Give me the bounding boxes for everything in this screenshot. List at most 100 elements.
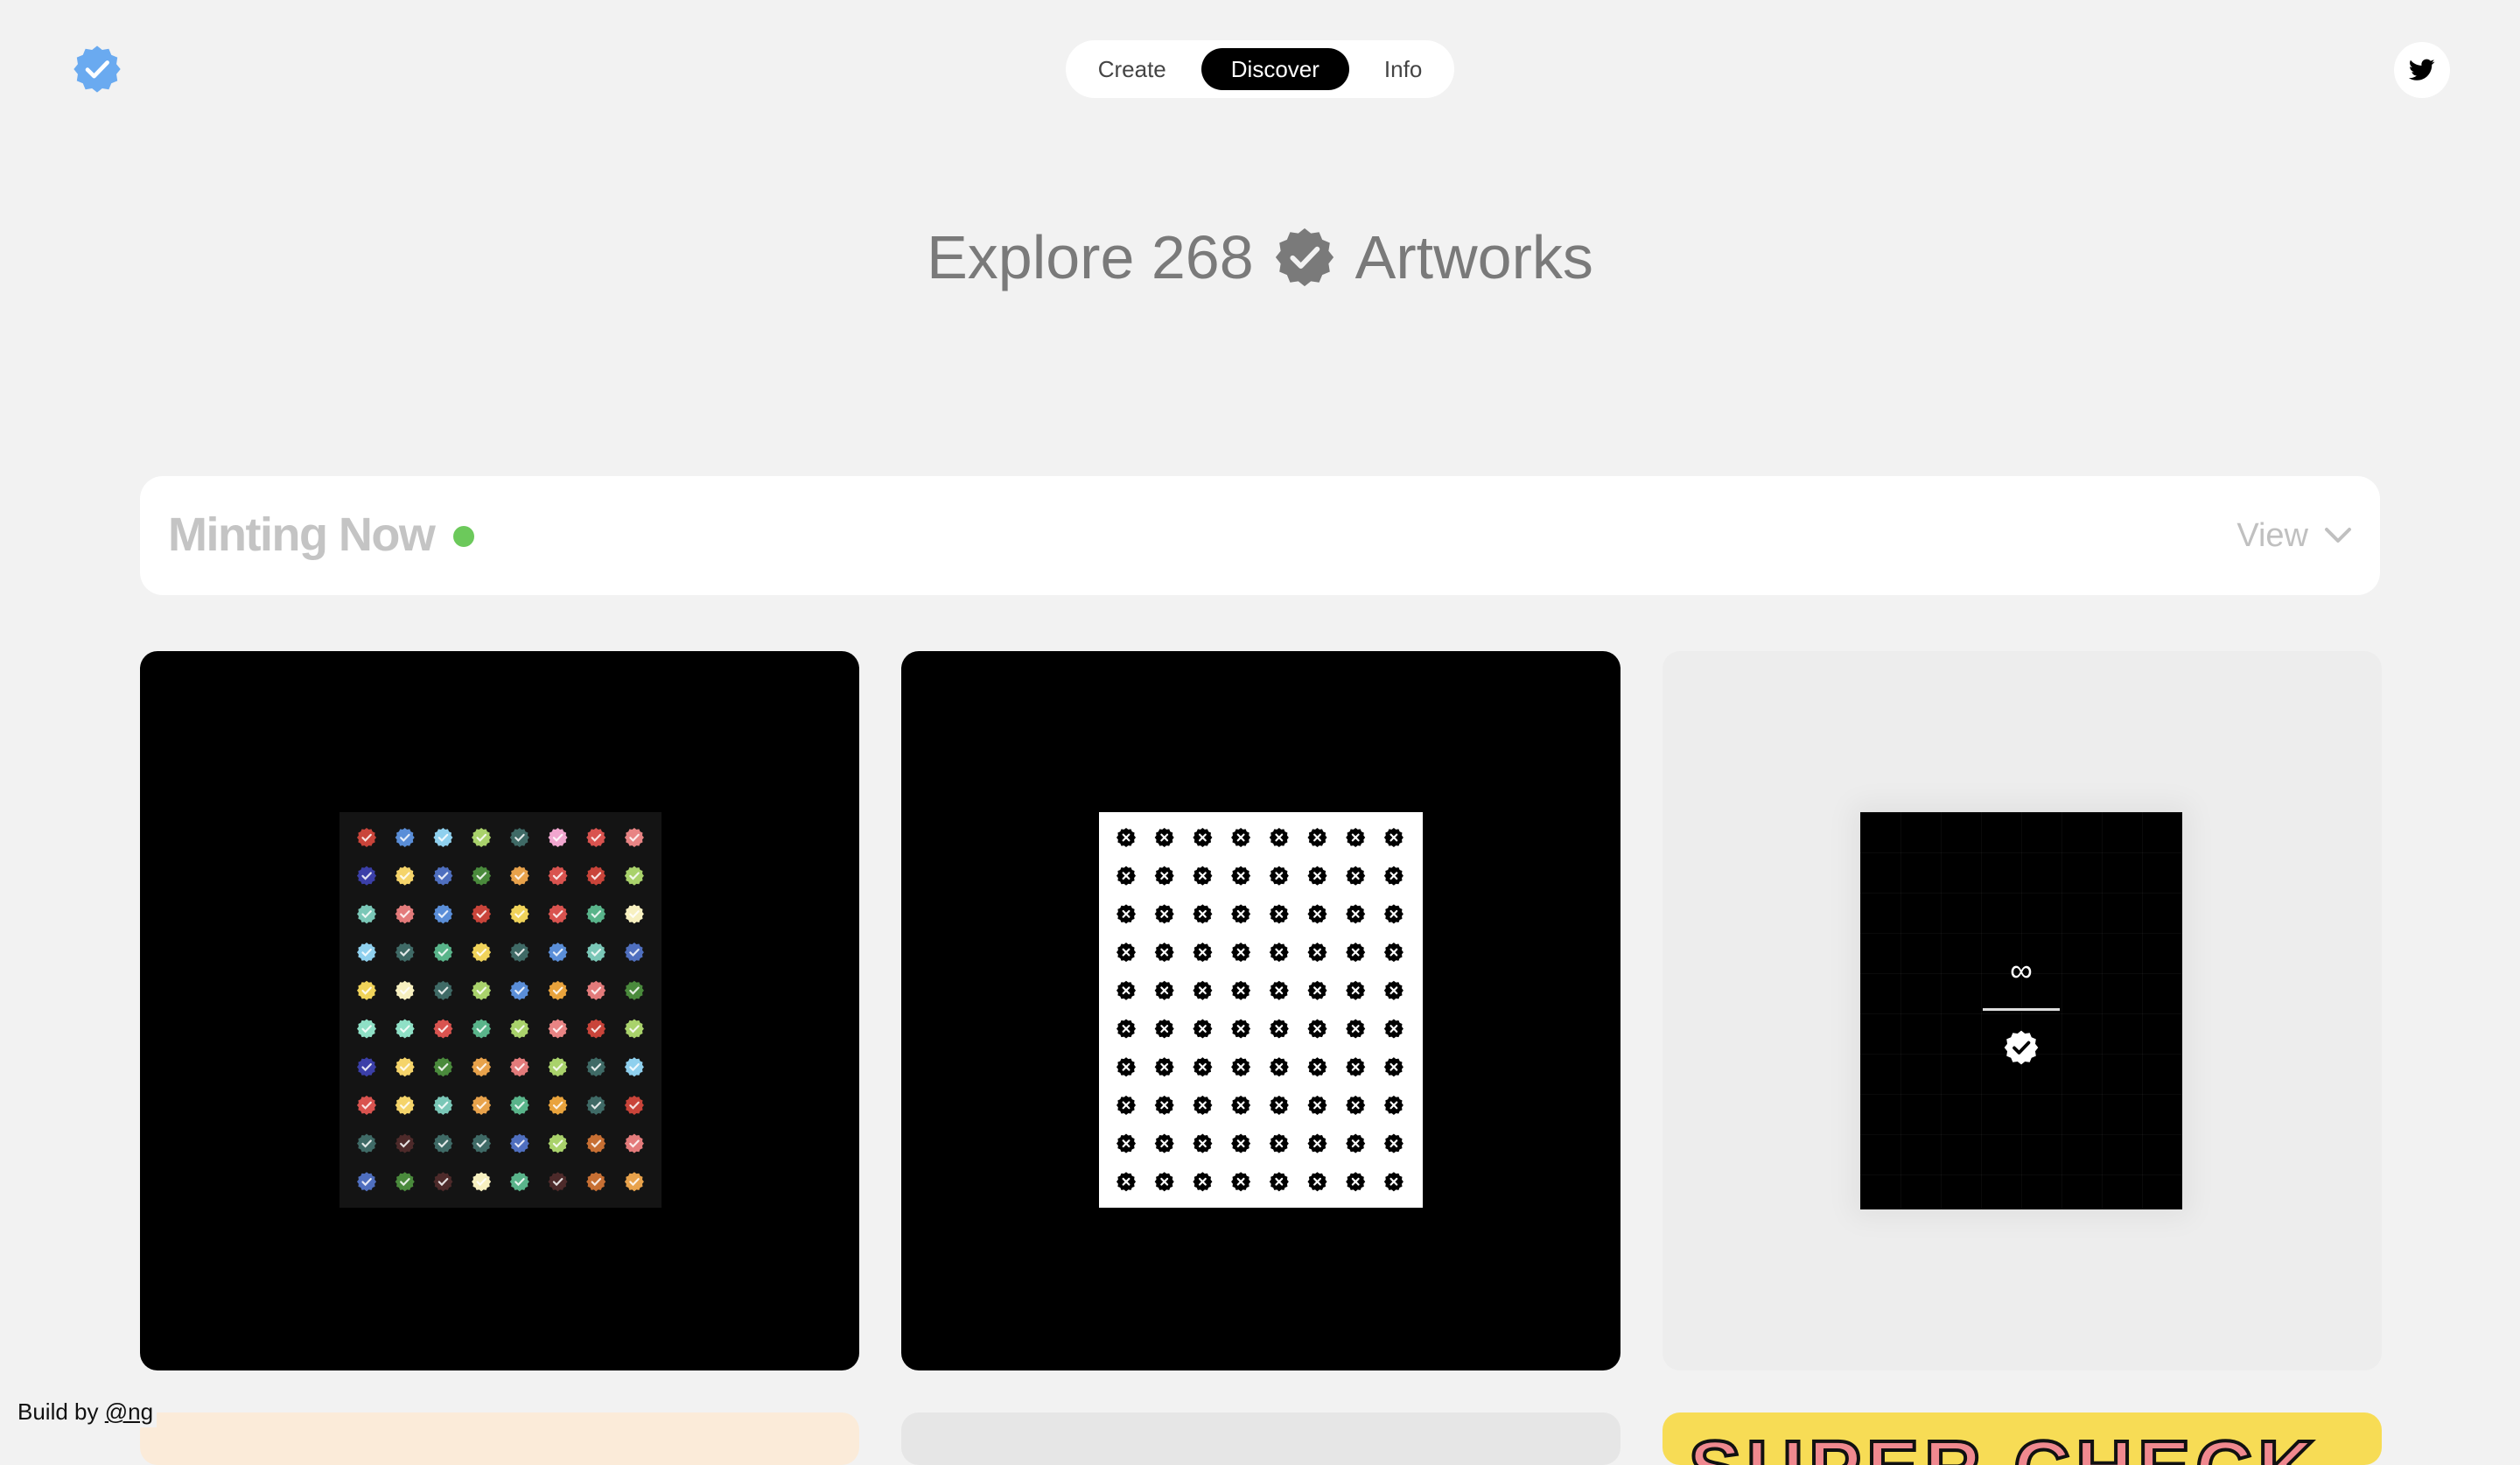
x-badge-icon [1193, 866, 1213, 886]
x-badge-icon [1307, 1172, 1327, 1192]
check-badge-icon [356, 1095, 377, 1115]
check-badge-icon [548, 1057, 568, 1077]
x-badge-icon [1307, 1095, 1327, 1115]
check-badge-icon [509, 1133, 529, 1153]
check-badge-icon [395, 1095, 415, 1115]
view-dropdown-button[interactable]: View [2236, 511, 2352, 560]
check-badge-icon [509, 1019, 529, 1039]
artwork-infinity-check: ∞ [1860, 812, 2182, 1209]
x-badge-icon [1193, 1019, 1213, 1039]
x-badge-icon [1383, 904, 1404, 924]
x-badge-icon [1116, 1133, 1137, 1153]
x-badge-icon [1383, 1133, 1404, 1153]
x-badge-icon [1193, 943, 1213, 963]
twitter-icon [2409, 59, 2435, 81]
check-badge-icon [472, 904, 492, 924]
x-badge-icon [1116, 866, 1137, 886]
check-badge-icon [395, 904, 415, 924]
x-badge-icon [1307, 904, 1327, 924]
check-badge-icon [624, 866, 644, 886]
check-badge-icon [548, 1019, 568, 1039]
check-badge-icon [548, 943, 568, 963]
x-badge-icon [1269, 1133, 1289, 1153]
check-badge-icon [395, 943, 415, 963]
check-badge-icon [472, 1057, 492, 1077]
check-badge-icon [472, 943, 492, 963]
twitter-button[interactable] [2394, 42, 2450, 98]
check-badge-icon [356, 1133, 377, 1153]
x-badge-icon [1154, 1095, 1174, 1115]
x-badge-icon [1383, 943, 1404, 963]
x-badge-icon [1116, 1019, 1137, 1039]
x-badge-icon [1346, 1172, 1366, 1192]
x-badge-icon [1116, 1095, 1137, 1115]
check-badge-icon [472, 1133, 492, 1153]
check-badge-icon [356, 943, 377, 963]
check-badge-icon [395, 1133, 415, 1153]
check-badge-icon [624, 1057, 644, 1077]
x-badge-icon [1346, 1095, 1366, 1115]
nav-info[interactable]: Info [1354, 48, 1452, 90]
x-badge-icon [1193, 1095, 1213, 1115]
check-badge-icon [548, 904, 568, 924]
check-badge-icon [509, 1095, 529, 1115]
x-badge-icon [1346, 904, 1366, 924]
check-badge-icon [433, 980, 453, 1000]
hero-prefix: Explore 268 [927, 223, 1254, 291]
check-badge-icon [395, 1172, 415, 1192]
x-badge-icon [1307, 943, 1327, 963]
x-badge-icon [1269, 1095, 1289, 1115]
check-badge-icon [624, 1095, 644, 1115]
artwork-card-black-x[interactable] [901, 651, 1620, 1370]
check-badge-icon [433, 904, 453, 924]
x-badge-icon [1154, 1019, 1174, 1039]
check-badge-icon [624, 1172, 644, 1192]
main-nav: Create Discover Info [1066, 40, 1454, 98]
x-badge-icon [1346, 980, 1366, 1000]
artwork-card-peek-2[interactable] [901, 1412, 1620, 1465]
x-badge-icon [1269, 980, 1289, 1000]
x-badge-icon [1346, 866, 1366, 886]
check-badge-icon [586, 1133, 606, 1153]
x-badge-icon [1346, 943, 1366, 963]
artwork-card-peek-3[interactable]: SUPER CHECK [1662, 1412, 2382, 1465]
nav-discover[interactable]: Discover [1200, 48, 1349, 90]
x-badge-icon [1383, 1019, 1404, 1039]
check-badge-icon [356, 1057, 377, 1077]
check-badge-icon [509, 1172, 529, 1192]
check-badge-icon [509, 980, 529, 1000]
x-badge-icon [1307, 980, 1327, 1000]
check-badge-icon [548, 1172, 568, 1192]
build-credit: Build by @ng [14, 1397, 158, 1427]
x-badge-icon [1231, 866, 1251, 886]
nav-create[interactable]: Create [1068, 48, 1196, 90]
credit-prefix: Build by [18, 1398, 105, 1425]
minting-now-panel[interactable]: Minting Now View [140, 476, 2380, 595]
x-badge-icon [1154, 866, 1174, 886]
x-badge-icon [1116, 827, 1137, 848]
x-badge-icon [1154, 1057, 1174, 1077]
x-badge-icon [1116, 904, 1137, 924]
x-badge-icon [1269, 827, 1289, 848]
artwork-card-infinity[interactable]: ∞ [1662, 651, 2382, 1370]
page-title: Explore 268 Artworks [0, 215, 2520, 299]
check-badge-icon [433, 1019, 453, 1039]
check-badge-icon [509, 866, 529, 886]
verified-check-logo-icon[interactable] [72, 44, 122, 95]
x-badge-icon [1269, 1019, 1289, 1039]
view-label: View [2236, 516, 2308, 554]
artwork-card-peek-1[interactable] [140, 1412, 859, 1465]
check-badge-icon [548, 1133, 568, 1153]
check-badge-icon [472, 1095, 492, 1115]
x-badge-icon [1346, 1019, 1366, 1039]
credit-handle-link[interactable]: @ng [105, 1398, 153, 1425]
x-badge-icon [1346, 1057, 1366, 1077]
x-badge-icon [1269, 943, 1289, 963]
check-badge-icon [395, 827, 415, 848]
check-badge-icon [548, 866, 568, 886]
x-badge-icon [1231, 1133, 1251, 1153]
check-badge-icon [356, 904, 377, 924]
check-badge-icon [509, 1057, 529, 1077]
artwork-card-colorful-checks[interactable] [140, 651, 859, 1370]
x-badge-icon [1231, 980, 1251, 1000]
